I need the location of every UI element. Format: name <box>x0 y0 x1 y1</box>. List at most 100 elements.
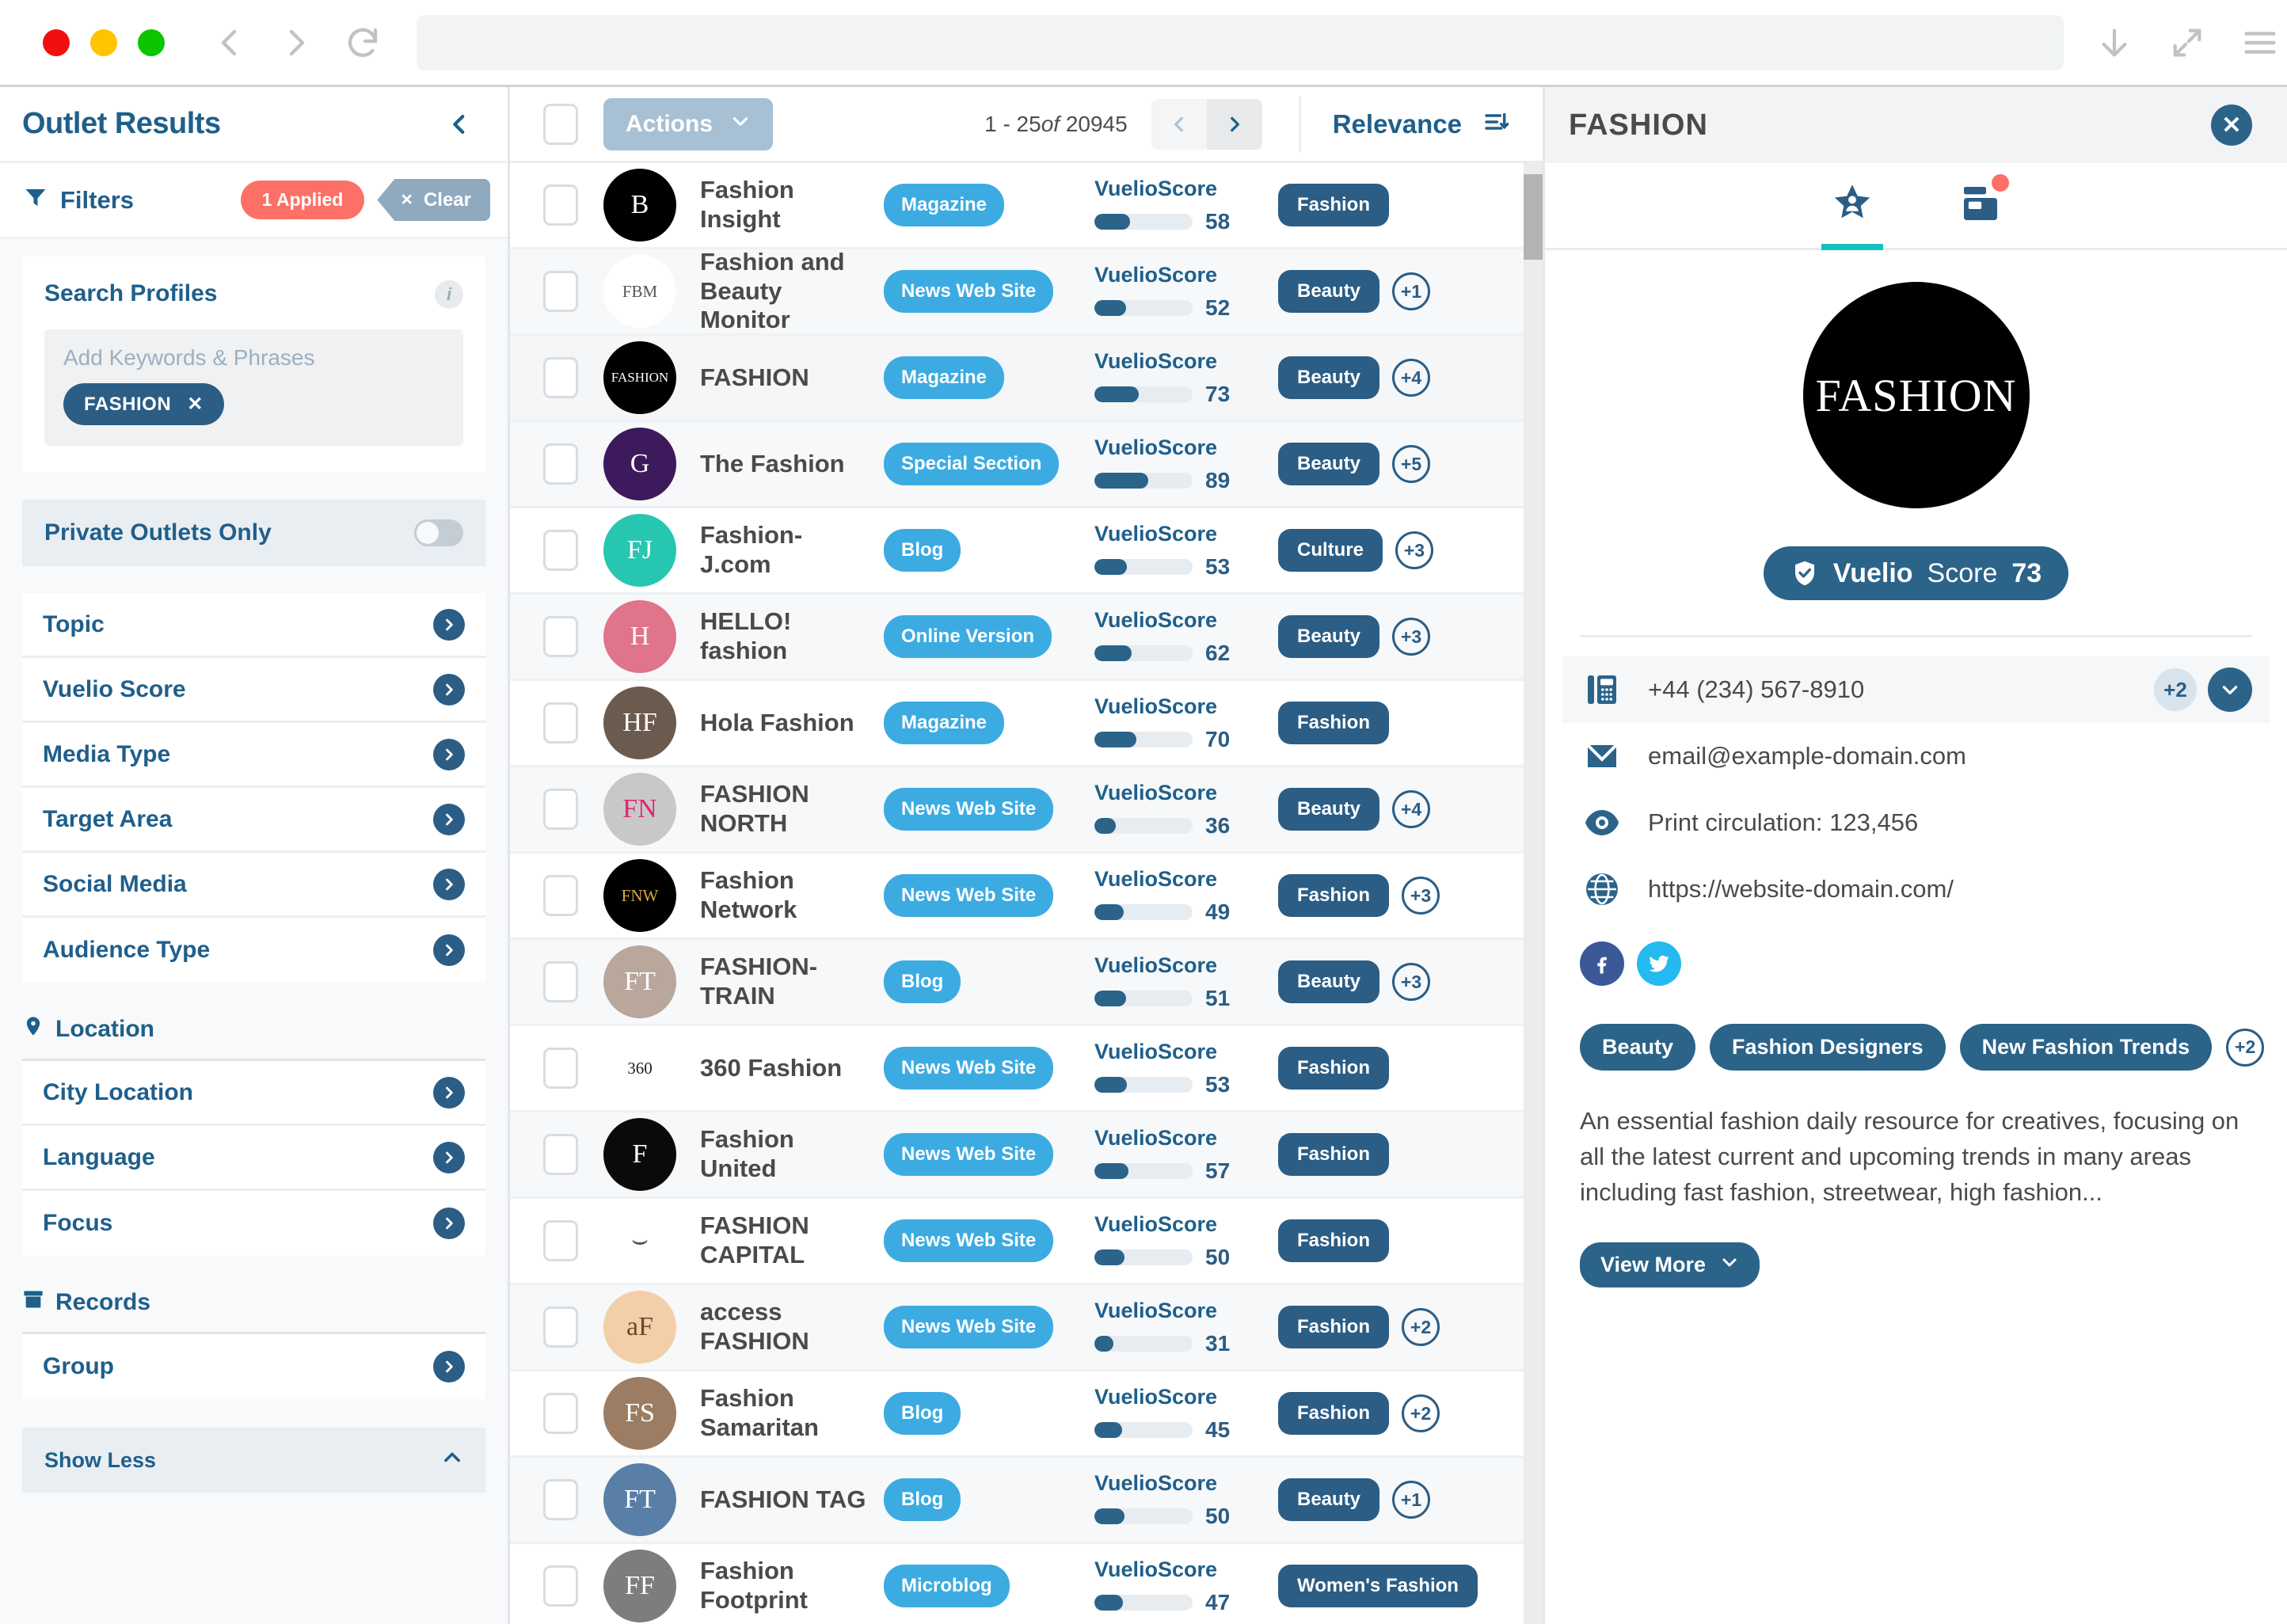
outlet-name[interactable]: FASHION NORTH <box>700 780 866 838</box>
chevron-right-icon[interactable] <box>433 1351 465 1382</box>
row-checkbox[interactable] <box>543 1220 578 1261</box>
row-checkbox[interactable] <box>543 1393 578 1434</box>
row-checkbox[interactable] <box>543 530 578 571</box>
topic-tag[interactable]: New Fashion Trends <box>1959 1024 2213 1071</box>
sidebar-item-focus[interactable]: Focus <box>22 1191 485 1256</box>
contact-email-row[interactable]: email@example-domain.com <box>1580 723 2252 789</box>
tab-profile[interactable] <box>1819 163 1886 250</box>
outlet-name[interactable]: Fashion Samaritan <box>700 1384 866 1442</box>
row-checkbox[interactable] <box>543 1479 578 1520</box>
minimize-window-button[interactable] <box>90 29 117 56</box>
chevron-left-icon[interactable] <box>211 24 249 62</box>
row-checkbox[interactable] <box>543 184 578 226</box>
view-more-button[interactable]: View More <box>1580 1242 1760 1287</box>
table-row[interactable]: FJ Fashion-J.com Blog VuelioScore 53 Culture +… <box>510 508 1524 595</box>
row-checkbox[interactable] <box>543 1134 578 1175</box>
pagination-prev-button[interactable] <box>1151 98 1207 150</box>
outlet-name[interactable]: HELLO! fashion <box>700 607 866 665</box>
topic-tag[interactable]: Beauty <box>1580 1024 1696 1071</box>
results-scrollbar[interactable] <box>1524 163 1543 1624</box>
row-checkbox[interactable] <box>543 789 578 830</box>
row-checkbox[interactable] <box>543 1565 578 1607</box>
sidebar-item-target-area[interactable]: Target Area <box>22 788 485 853</box>
outlet-name[interactable]: Fashion Network <box>700 866 866 924</box>
sidebar-item-city-location[interactable]: City Location <box>22 1061 485 1126</box>
table-row[interactable]: 360 360 Fashion News Web Site VuelioScore 53… <box>510 1026 1524 1112</box>
table-row[interactable]: B Fashion Insight Magazine VuelioScore 58 Fas… <box>510 163 1524 249</box>
sort-control[interactable]: Relevance <box>1298 96 1543 152</box>
info-icon[interactable]: i <box>435 280 463 309</box>
row-checkbox[interactable] <box>543 616 578 657</box>
outlet-name[interactable]: Fashion Footprint <box>700 1557 866 1614</box>
close-window-button[interactable] <box>43 29 70 56</box>
topic-more-count[interactable]: +3 <box>1395 531 1433 569</box>
table-row[interactable]: FS Fashion Samaritan Blog VuelioScore 45 Fash… <box>510 1371 1524 1458</box>
keywords-input-box[interactable]: Add Keywords & Phrases FASHION ✕ <box>44 329 463 446</box>
outlet-name[interactable]: Fashion and Beauty Monitor <box>700 248 866 335</box>
table-row[interactable]: FNW Fashion Network News Web Site VuelioSco… <box>510 854 1524 940</box>
row-checkbox[interactable] <box>543 271 578 312</box>
chevron-right-icon[interactable] <box>433 673 465 706</box>
actions-button[interactable]: Actions <box>603 97 774 150</box>
sidebar-item-language[interactable]: Language <box>22 1126 485 1191</box>
topic-more-count[interactable]: +4 <box>1392 790 1431 828</box>
pagination-next-button[interactable] <box>1206 98 1262 150</box>
contact-phone-more-count[interactable]: +2 <box>2154 668 2197 711</box>
private-outlets-toggle[interactable] <box>414 519 463 546</box>
outlet-name[interactable]: access FASHION <box>700 1298 866 1356</box>
tab-news[interactable] <box>1947 163 2014 248</box>
table-row[interactable]: FBM Fashion and Beauty Monitor News Web Si… <box>510 248 1524 336</box>
topic-more-count[interactable]: +1 <box>1392 272 1431 310</box>
table-row[interactable]: FN FASHION NORTH News Web Site VuelioScore 3… <box>510 767 1524 854</box>
outlet-name[interactable]: Fashion Insight <box>700 176 866 234</box>
table-row[interactable]: ⌣ FASHION CAPITAL News Web Site VuelioScore… <box>510 1199 1524 1285</box>
table-row[interactable]: HF Hola Fashion Magazine VuelioScore 70 Fashi… <box>510 681 1524 767</box>
sidebar-item-social-media[interactable]: Social Media <box>22 853 485 918</box>
close-icon[interactable]: ✕ <box>2211 105 2252 146</box>
select-all-checkbox[interactable] <box>543 103 578 145</box>
row-checkbox[interactable] <box>543 1048 578 1089</box>
chevron-right-icon[interactable] <box>433 608 465 641</box>
chevron-right-icon[interactable] <box>433 803 465 835</box>
table-row[interactable]: FT FASHION TAG Blog VuelioScore 50 Beauty +1 <box>510 1458 1524 1544</box>
topic-more-count[interactable]: +3 <box>1392 963 1431 1001</box>
outlet-name[interactable]: FASHION <box>700 363 866 393</box>
topic-more-count[interactable]: +1 <box>1392 1481 1431 1519</box>
topic-more-count[interactable]: +4 <box>1392 359 1431 397</box>
row-checkbox[interactable] <box>543 357 578 398</box>
table-row[interactable]: H HELLO! fashion Online Version VuelioScore… <box>510 595 1524 681</box>
chevron-right-icon[interactable] <box>433 738 465 770</box>
sidebar-item-audience-type[interactable]: Audience Type <box>22 918 485 983</box>
topic-more-count[interactable]: +3 <box>1402 877 1440 915</box>
download-icon[interactable] <box>2095 24 2133 62</box>
contact-phone-row[interactable]: +44 (234) 567-8910 +2 <box>1562 656 2270 723</box>
sidebar-item-group[interactable]: Group <box>22 1334 485 1399</box>
table-row[interactable]: FASHION FASHION Magazine VuelioScore 73 Beaut… <box>510 336 1524 422</box>
topic-more-count[interactable]: +3 <box>1392 618 1431 656</box>
sidebar-item-vuelio-score[interactable]: Vuelio Score <box>22 658 485 723</box>
chevron-right-icon[interactable] <box>433 934 465 966</box>
table-row[interactable]: G The Fashion Special Section VuelioScore 89… <box>510 422 1524 508</box>
chevron-right-icon[interactable] <box>433 1208 465 1239</box>
row-checkbox[interactable] <box>543 1306 578 1348</box>
chevron-right-icon[interactable] <box>433 1076 465 1109</box>
results-scrollbar-thumb[interactable] <box>1524 174 1543 260</box>
outlet-name[interactable]: 360 Fashion <box>700 1054 866 1083</box>
outlet-name[interactable]: Hola Fashion <box>700 709 866 738</box>
outlet-name[interactable]: Fashion United <box>700 1125 866 1183</box>
chevron-right-icon[interactable] <box>277 24 315 62</box>
hamburger-menu-icon[interactable] <box>2241 24 2279 62</box>
chevron-down-icon[interactable] <box>2208 667 2252 712</box>
maximize-window-button[interactable] <box>138 29 165 56</box>
row-checkbox[interactable] <box>543 443 578 485</box>
topic-tags-more-count[interactable]: +2 <box>2226 1028 2265 1067</box>
outlet-name[interactable]: FASHION TAG <box>700 1485 866 1515</box>
sidebar-item-topic[interactable]: Topic <box>22 593 485 658</box>
twitter-icon[interactable] <box>1637 941 1681 986</box>
outlet-name[interactable]: Fashion-J.com <box>700 521 866 579</box>
chevron-right-icon[interactable] <box>433 1141 465 1173</box>
topic-more-count[interactable]: +2 <box>1402 1394 1440 1432</box>
address-bar[interactable] <box>417 14 2064 70</box>
contact-website-row[interactable]: https://website-domain.com/ <box>1580 856 2252 922</box>
row-checkbox[interactable] <box>543 702 578 744</box>
